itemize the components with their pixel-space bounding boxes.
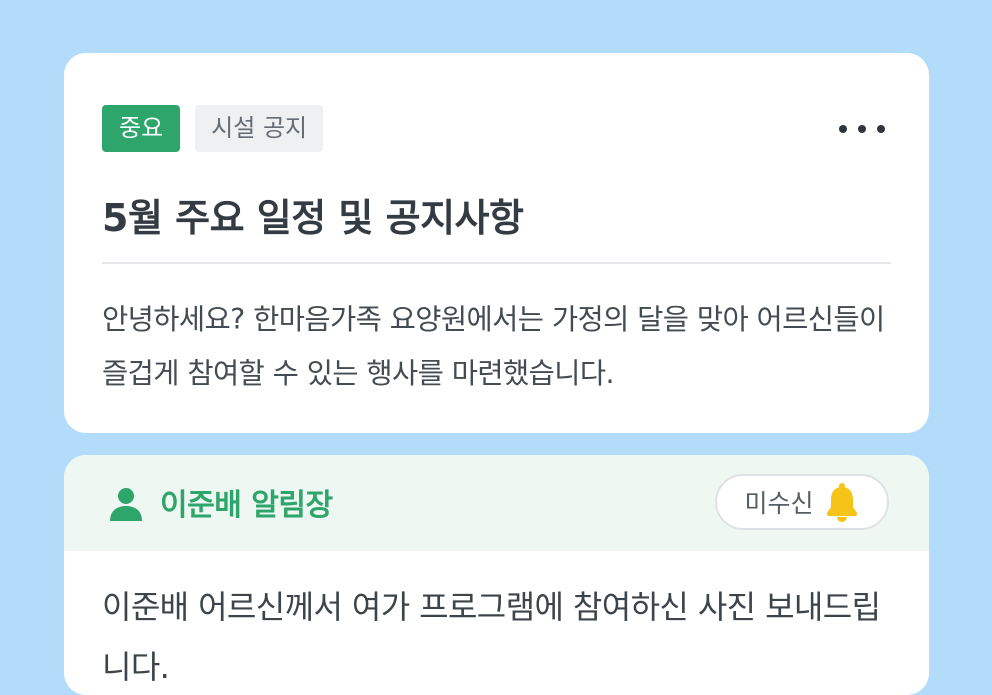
unread-label: 미수신 — [744, 489, 814, 518]
notice-tags: 중요 시설 공지 — [102, 105, 324, 152]
diary-card[interactable]: 이준배 알림장 미수신 이준배 어르신께서 여가 프로그램에 참여하신 사진 보… — [64, 455, 929, 695]
important-badge: 중요 — [102, 105, 181, 152]
diary-body: 이준배 어르신께서 여가 프로그램에 참여하신 사진 보내드립니다. — [102, 588, 881, 686]
notice-body: 안녕하세요? 한마음가족 요양원에서는 가정의 달을 맞아 어르신들이 즐겁게 … — [102, 303, 885, 390]
unread-status-badge[interactable]: 미수신 — [715, 474, 889, 530]
diary-title: 이준배 알림장 — [160, 488, 333, 523]
category-badge: 시설 공지 — [195, 105, 324, 152]
notice-card[interactable]: 중요 시설 공지 5월 주요 일정 및 공지사항 안녕하세요? 한마음가족 요양… — [64, 53, 929, 433]
more-dot — [839, 125, 847, 133]
diary-header: 이준배 알림장 미수신 — [64, 455, 929, 551]
person-icon — [110, 488, 142, 521]
more-dot — [877, 125, 885, 133]
divider — [102, 262, 891, 264]
more-options-button[interactable] — [839, 114, 885, 144]
notice-title: 5월 주요 일정 및 공지사항 — [102, 196, 524, 240]
more-dot — [858, 125, 866, 133]
bell-icon — [826, 483, 857, 522]
